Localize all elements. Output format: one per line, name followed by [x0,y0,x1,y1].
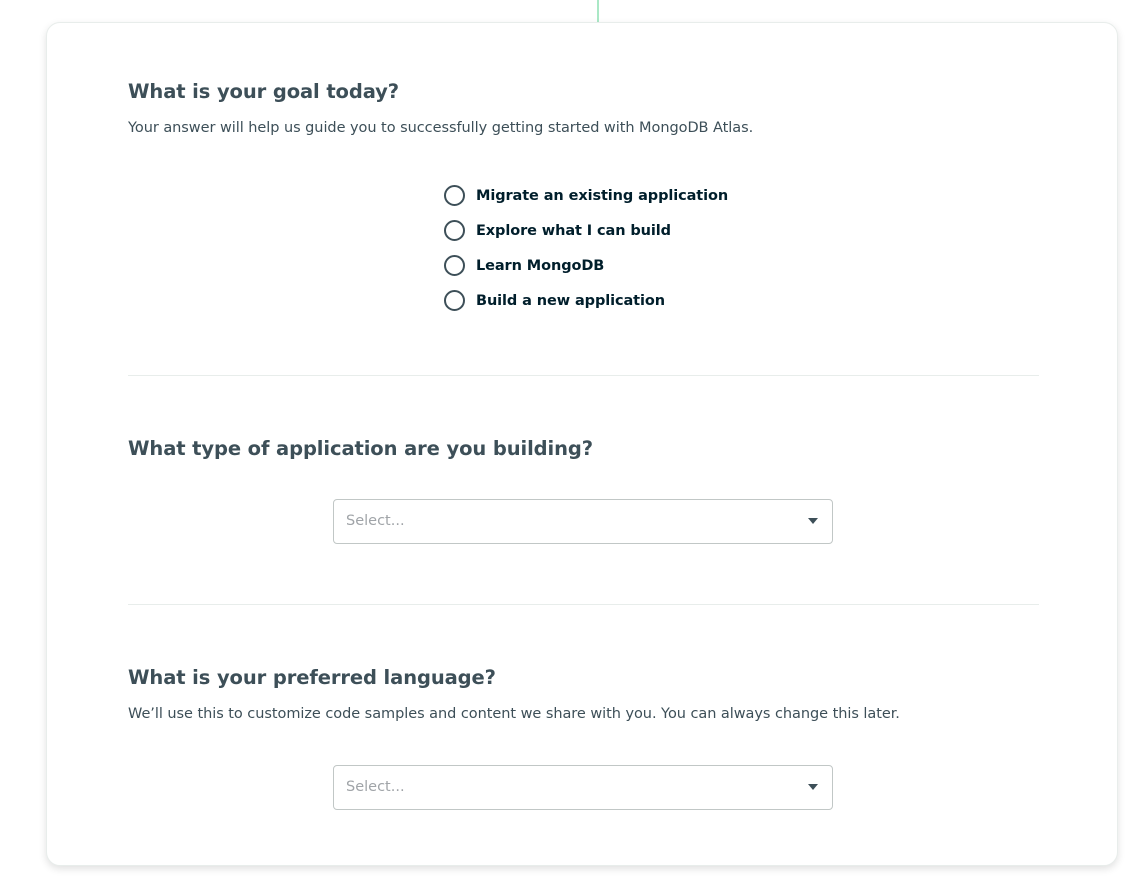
language-description: We’ll use this to customize code samples… [128,706,900,722]
goal-option-learn[interactable]: Learn MongoDB [444,248,804,283]
radio-button-icon[interactable] [444,185,465,206]
goal-description: Your answer will help us guide you to su… [128,120,754,136]
goal-option-migrate[interactable]: Migrate an existing application [444,178,804,213]
goal-option-explore[interactable]: Explore what I can build [444,213,804,248]
radio-button-icon[interactable] [444,255,465,276]
section-divider [128,375,1039,376]
app-type-select[interactable]: Select... [333,499,833,544]
radio-button-icon[interactable] [444,220,465,241]
language-select-placeholder: Select... [346,779,405,795]
radio-button-icon[interactable] [444,290,465,311]
caret-down-icon [808,784,818,790]
onboarding-card: What is your goal today? Your answer wil… [46,22,1118,866]
goal-option-build-new[interactable]: Build a new application [444,283,804,318]
language-heading: What is your preferred language? [128,666,496,689]
app-type-section: What type of application are you buildin… [128,437,1040,461]
goal-heading: What is your goal today? [128,80,399,103]
goal-option-label: Learn MongoDB [476,257,605,274]
app-type-select-placeholder: Select... [346,513,405,529]
goal-option-label: Migrate an existing application [476,187,729,204]
goal-radio-group: Migrate an existing application Explore … [444,178,804,318]
caret-down-icon [808,518,818,524]
app-type-heading: What type of application are you buildin… [128,437,593,460]
goal-option-label: Build a new application [476,292,665,309]
goal-option-label: Explore what I can build [476,222,671,239]
section-divider [128,604,1039,605]
language-section: What is your preferred language? We’ll u… [128,666,1040,724]
language-select[interactable]: Select... [333,765,833,810]
goal-section: What is your goal today? Your answer wil… [128,80,1040,138]
